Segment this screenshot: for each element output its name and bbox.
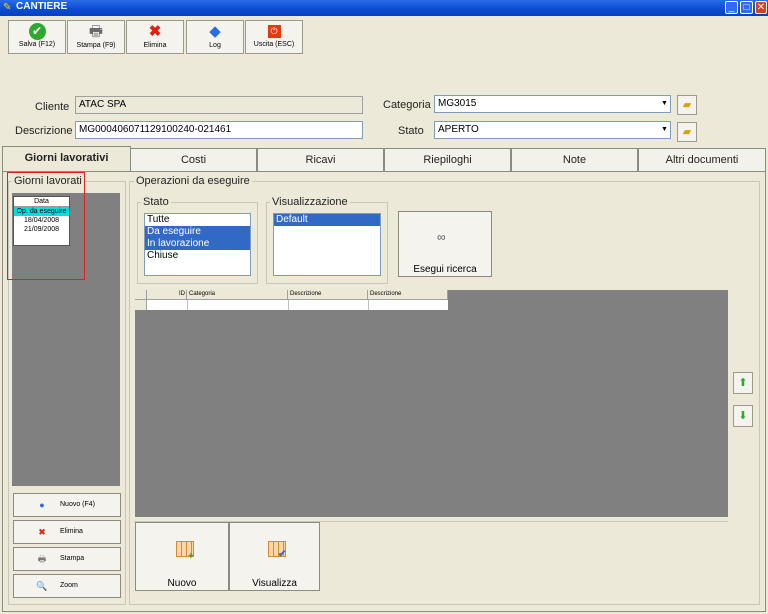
categoria-label: Categoria : bbox=[383, 99, 437, 111]
window-title: CANTIERE bbox=[16, 1, 68, 12]
stato-folder-button[interactable]: ▰ bbox=[677, 122, 697, 142]
stato-list[interactable]: Tutte Da eseguire In lavorazione Chiuse bbox=[144, 213, 251, 276]
descrizione-label: Descrizione bbox=[15, 125, 73, 137]
tab-note[interactable]: Note bbox=[511, 148, 638, 172]
giorni-new-button[interactable]: ● Nuovo (F4) bbox=[13, 493, 121, 517]
exit-button-label: Uscita (ESC) bbox=[253, 41, 295, 48]
folder-icon: ▰ bbox=[682, 99, 692, 111]
check-icon: ✔ bbox=[278, 549, 287, 560]
app-icon: ✎ bbox=[3, 2, 12, 13]
print-button-label: Stampa (F9) bbox=[76, 42, 116, 49]
grid-divider bbox=[187, 300, 188, 310]
stato-group-label: Stato bbox=[141, 196, 171, 208]
folder-icon: ▰ bbox=[682, 126, 692, 138]
move-up-button[interactable]: ⬆ bbox=[733, 372, 753, 394]
arrow-down-icon: ⬇ bbox=[738, 410, 748, 422]
tab-riepiloghi[interactable]: Riepiloghi bbox=[384, 148, 511, 172]
print-button[interactable]: 🖶 Stampa (F9) bbox=[67, 20, 125, 54]
cliente-field: ATAC SPA bbox=[75, 96, 363, 114]
giorni-new-label: Nuovo (F4) bbox=[60, 501, 96, 508]
delete-x-icon: ✖ bbox=[148, 23, 162, 40]
categoria-folder-button[interactable]: ▰ bbox=[677, 95, 697, 115]
descrizione-field[interactable]: MG00040607112910024​0-021461 bbox=[75, 121, 363, 139]
giorni-print-button[interactable]: 🖶 Stampa bbox=[13, 547, 121, 571]
close-button[interactable]: ✕ bbox=[755, 1, 767, 14]
grid-header-row: ID Categoria Descrizione Descrizione bbox=[135, 290, 448, 310]
operazioni-view-button[interactable]: ✔ Visualizza bbox=[229, 522, 320, 591]
log-icon: ◆ bbox=[209, 23, 221, 40]
log-button-label: Log bbox=[209, 42, 221, 49]
giorni-zoom-label: Zoom bbox=[60, 582, 78, 589]
list-item[interactable]: Da eseguire bbox=[145, 226, 250, 238]
grid-header-id[interactable]: ID bbox=[147, 290, 187, 300]
list-item[interactable]: In lavorazione bbox=[145, 238, 250, 250]
search-button-label: Esegui ricerca bbox=[413, 264, 477, 275]
list-item[interactable]: Chiuse bbox=[145, 250, 250, 262]
stato-label: Stato bbox=[398, 125, 424, 137]
tab-ricavi[interactable]: Ricavi bbox=[257, 148, 384, 172]
grid-row-selector[interactable] bbox=[135, 300, 147, 310]
printer-icon: 🖶 bbox=[88, 23, 104, 40]
operazioni-view-label: Visualizza bbox=[252, 578, 297, 589]
checkmark-icon: ✔ bbox=[28, 23, 46, 40]
chevron-down-icon[interactable]: ▼ bbox=[660, 97, 669, 111]
binoculars-icon: ∞ bbox=[437, 230, 446, 244]
list-item[interactable]: Tutte bbox=[145, 214, 250, 226]
minimize-button[interactable]: _ bbox=[725, 1, 738, 14]
delete-button[interactable]: ✖ Elimina bbox=[126, 20, 184, 54]
grid-header-categoria[interactable]: Categoria bbox=[187, 290, 288, 300]
toolbar: ✔ Salva (F12) 🖶 Stampa (F9) ✖ Elimina ◆ … bbox=[0, 16, 768, 58]
highlight-frame bbox=[7, 172, 85, 280]
giorni-delete-button[interactable]: ✖ Elimina bbox=[13, 520, 121, 544]
grid-header-descrizione[interactable]: Descrizione bbox=[288, 290, 368, 300]
log-button[interactable]: ◆ Log bbox=[186, 20, 244, 54]
power-icon: ⏻ bbox=[267, 25, 281, 38]
operazioni-grid[interactable] bbox=[135, 290, 728, 517]
globe-icon: ● bbox=[39, 500, 45, 510]
delete-x-icon: ✖ bbox=[38, 527, 46, 537]
move-down-button[interactable]: ⬇ bbox=[733, 405, 753, 427]
plus-icon: + bbox=[188, 551, 194, 562]
visualizzazione-group-label: Visualizzazione bbox=[270, 196, 350, 208]
cliente-label: Cliente bbox=[35, 101, 70, 113]
stato-select[interactable]: APERTO ▼ bbox=[434, 121, 671, 139]
categoria-select[interactable]: MG3015 ▼ bbox=[434, 95, 671, 113]
list-item[interactable]: Default bbox=[274, 214, 380, 226]
categoria-value: MG3015 bbox=[438, 98, 477, 109]
maximize-button[interactable]: □ bbox=[740, 1, 753, 14]
visualizzazione-list[interactable]: Default bbox=[273, 213, 381, 276]
operazioni-new-label: Nuovo bbox=[167, 578, 197, 589]
title-bar: ✎ CANTIERE _ □ ✕ bbox=[0, 0, 768, 16]
save-button[interactable]: ✔ Salva (F12) bbox=[8, 20, 66, 54]
giorni-delete-label: Elimina bbox=[60, 528, 83, 535]
operazioni-new-button[interactable]: + Nuovo bbox=[135, 522, 229, 591]
grid-header-descrizione-2[interactable]: Descrizione bbox=[368, 290, 448, 300]
chevron-down-icon[interactable]: ▼ bbox=[660, 123, 669, 137]
giorni-zoom-button[interactable]: 🔍 Zoom bbox=[13, 574, 121, 598]
stato-value: APERTO bbox=[438, 124, 479, 135]
printer-icon: 🖶 bbox=[37, 554, 47, 564]
save-button-label: Salva (F12) bbox=[18, 41, 56, 48]
operazioni-label: Operazioni da eseguire bbox=[134, 175, 252, 187]
grid-divider bbox=[368, 300, 369, 310]
tab-costi[interactable]: Costi bbox=[130, 148, 257, 172]
tab-giorni-lavorativi[interactable]: Giorni lavorativi bbox=[2, 146, 131, 172]
grid-corner bbox=[135, 290, 147, 300]
magnifier-icon: 🔍 bbox=[36, 581, 48, 591]
tab-altri-documenti[interactable]: Altri documenti bbox=[638, 148, 766, 172]
search-button[interactable]: ∞ Esegui ricerca bbox=[398, 211, 492, 277]
arrow-up-icon: ⬆ bbox=[738, 377, 748, 389]
exit-button[interactable]: ⏻ Uscita (ESC) bbox=[245, 20, 303, 54]
delete-button-label: Elimina bbox=[143, 42, 167, 49]
grid-divider bbox=[288, 300, 289, 310]
giorni-print-label: Stampa bbox=[60, 555, 85, 562]
